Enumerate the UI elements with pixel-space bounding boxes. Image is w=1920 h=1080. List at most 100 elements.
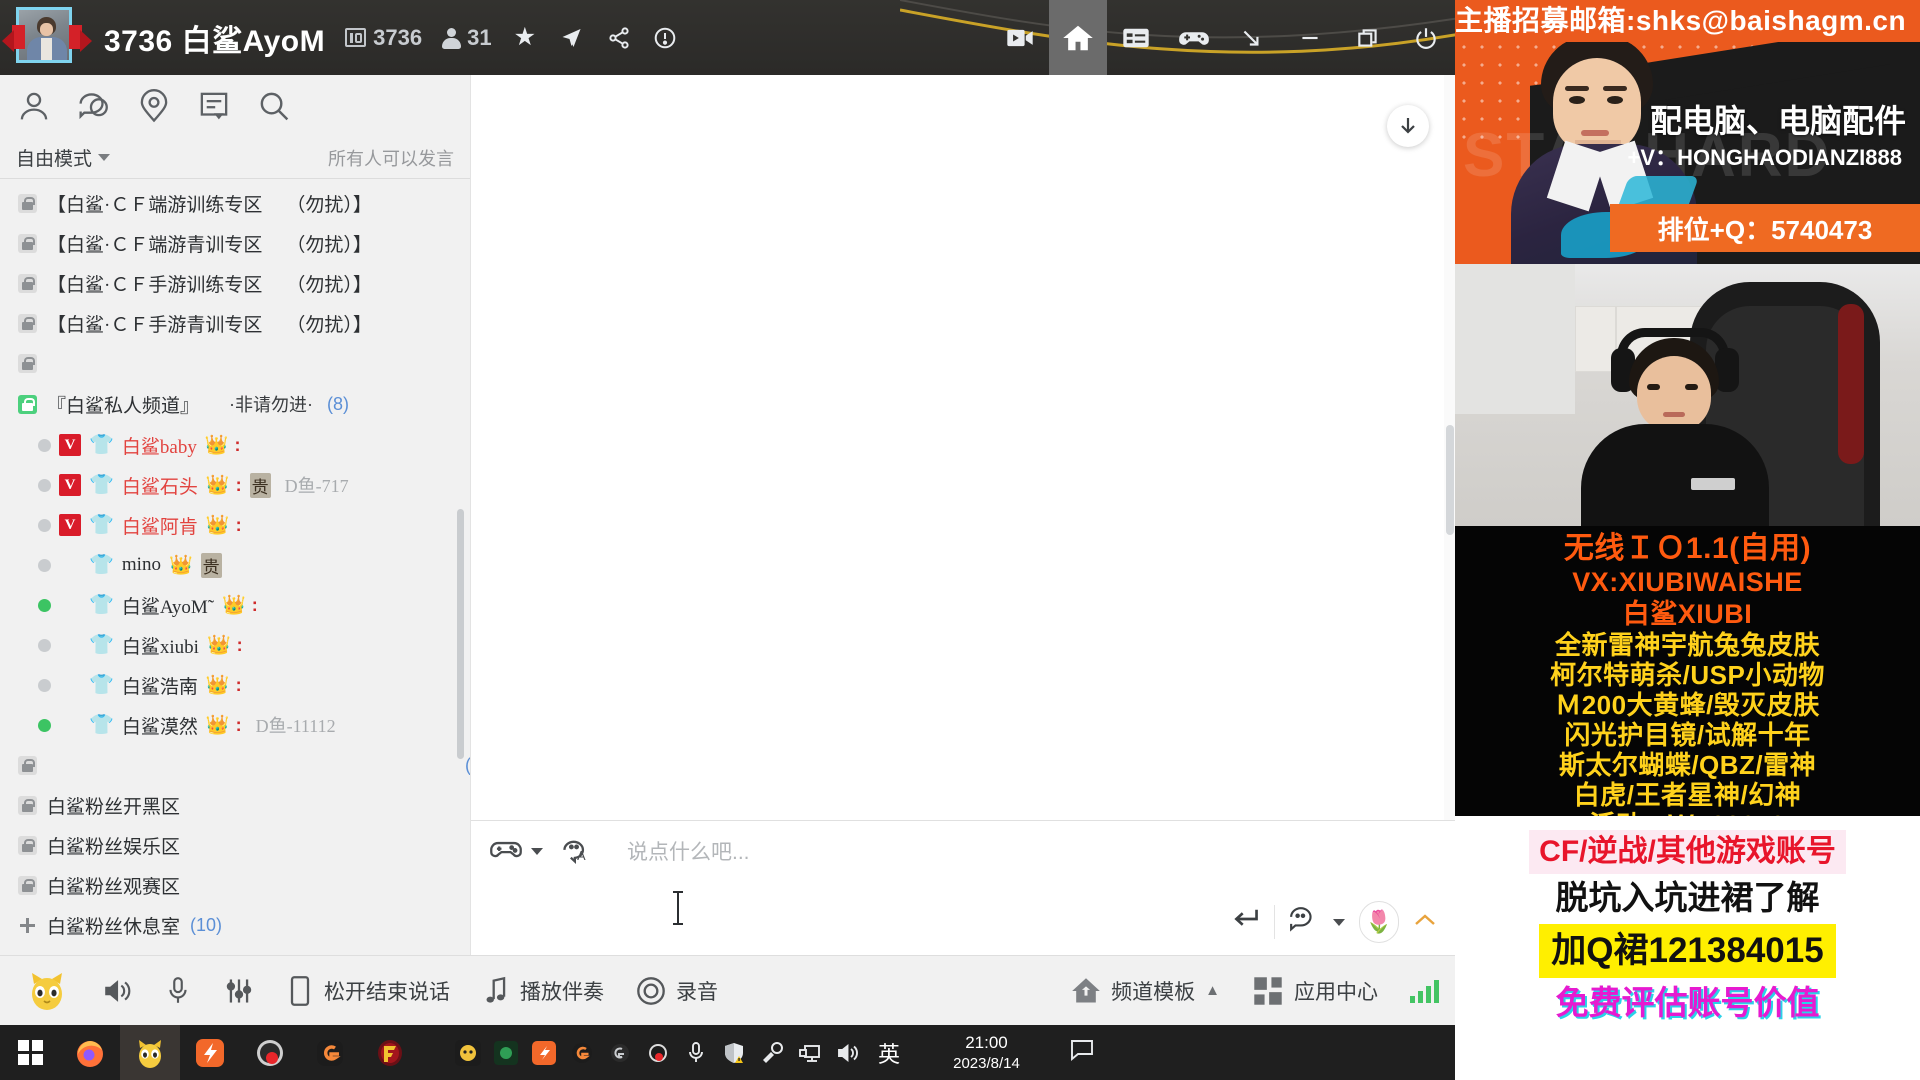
list-icon[interactable] <box>1107 0 1165 75</box>
restore-icon[interactable] <box>1339 0 1397 75</box>
private-channel-header[interactable]: 『白鲨私人频道』 ·非请勿进· (8) <box>0 383 470 425</box>
list-item[interactable]: V 👕 白鲨石头 👑 : 贵 D鱼-717 <box>0 465 470 505</box>
live-webcam-feed[interactable] <box>1455 264 1920 526</box>
channel-item[interactable]: 白鲨粉丝开黑区 <box>0 785 470 825</box>
music-accompaniment-button[interactable]: 播放伴奏 <box>466 956 620 1026</box>
avatar[interactable] <box>2 6 92 69</box>
flower-icon[interactable]: 🌷 <box>1359 901 1399 943</box>
translate-icon[interactable]: A <box>561 837 591 865</box>
volume-icon[interactable] <box>830 1025 866 1080</box>
plus-icon[interactable] <box>18 916 37 935</box>
crown-icon: 👑 <box>204 434 229 456</box>
airplane-icon[interactable] <box>558 26 585 50</box>
windows-logo-icon[interactable] <box>0 1025 60 1080</box>
chat-input-actions: 🌷 <box>1230 901 1437 943</box>
account-trade-ad-panel[interactable]: CF/逆战/其他游戏账号 脱坑入坑进裙了解 加Q裙121384015 免费评估账… <box>1455 816 1920 1080</box>
collapse-icon[interactable] <box>1223 0 1281 75</box>
search-icon[interactable] <box>254 86 294 126</box>
home-icon[interactable] <box>1049 0 1107 75</box>
noble-badge: 贵 <box>200 552 222 578</box>
cat-logo-icon[interactable] <box>8 956 86 1026</box>
status-dot-offline <box>38 478 51 492</box>
defender-icon[interactable] <box>716 1025 752 1080</box>
text-cursor-icon <box>673 891 683 925</box>
orange-bird-icon[interactable] <box>526 1025 562 1080</box>
gamepad-icon[interactable] <box>489 838 523 864</box>
speaker-icon[interactable] <box>86 956 148 1026</box>
wechat-green-icon[interactable] <box>488 1025 524 1080</box>
ad-white-line2: 脱坑入坑进裙了解 <box>1555 881 1820 917</box>
firefox-icon[interactable] <box>60 1025 120 1080</box>
channel-item[interactable]: 白鲨粉丝观赛区 <box>0 865 470 905</box>
user-tag: D鱼-11112 <box>255 716 336 736</box>
ime-indicator[interactable]: 英 <box>868 1025 910 1080</box>
sidebar-scrollbar[interactable] <box>457 509 464 759</box>
xunlei-icon[interactable] <box>180 1025 240 1080</box>
status-dot-offline <box>38 678 51 692</box>
list-item[interactable]: 👕 白鲨xiubi 👑 : <box>0 625 470 665</box>
g-orange-icon[interactable] <box>564 1025 600 1080</box>
microphone-tray-icon[interactable] <box>678 1025 714 1080</box>
channel-item[interactable]: 【白鲨·ＣＦ端游训练专区 （勿扰）】 <box>0 183 470 223</box>
channel-item-collapsed[interactable]: ··· (2) <box>0 745 470 785</box>
share-icon[interactable] <box>607 26 631 50</box>
obs-tray-icon[interactable] <box>640 1025 676 1080</box>
expand-up-icon[interactable] <box>1413 909 1437 935</box>
list-item[interactable]: V 👕 白鲨阿肯 👑 : <box>0 505 470 545</box>
mode-selector[interactable]: 自由模式 <box>16 144 111 171</box>
person-icon[interactable] <box>14 86 54 126</box>
channel-item[interactable]: 【白鲨·ＣＦ手游青训专区 （勿扰）】 <box>0 303 470 343</box>
record-button[interactable]: 录音 <box>620 956 734 1026</box>
arrow-down-icon[interactable] <box>1387 105 1429 147</box>
video-icon[interactable] <box>991 0 1049 75</box>
obs-icon[interactable] <box>240 1025 300 1080</box>
recruitment-ad-banner[interactable]: STAY HARD 主播招募邮箱:shks@baishagm.cn 配电脑、电脑… <box>1455 0 1920 264</box>
remote-desktop-icon[interactable] <box>792 1025 828 1080</box>
list-item[interactable]: 👕 白鲨浩南 👑 : <box>0 665 470 705</box>
channel-item[interactable]: 【白鲨·ＣＦ手游训练专区 （勿扰）】 <box>0 263 470 303</box>
location-pin-icon[interactable] <box>134 86 174 126</box>
skins-ad-panel[interactable]: 无线ＩＯ1.1(自用) VX:XIUBIWAISHE 白鲨XIUBI 全新雷神宇… <box>1455 526 1920 870</box>
star-icon[interactable]: ★ <box>514 25 536 50</box>
chevron-down-icon[interactable] <box>531 847 543 855</box>
notification-icon[interactable] <box>1069 1037 1095 1068</box>
gamepad-icon[interactable] <box>1165 0 1223 75</box>
game-g-icon[interactable] <box>300 1025 360 1080</box>
sidebar: 自由模式 所有人可以发言 【白鲨·ＣＦ端游训练专区 （勿扰）】 【白鲨·ＣＦ端游… <box>0 75 470 955</box>
channel-item[interactable]: 白鲨粉丝休息室 (10) <box>0 905 470 945</box>
decor-wall <box>1455 264 1575 414</box>
chat-bubble-icon[interactable] <box>74 86 114 126</box>
minimize-icon[interactable] <box>1281 0 1339 75</box>
logitech-icon[interactable] <box>602 1025 638 1080</box>
user-name: 白鲨漠然 <box>121 716 198 738</box>
power-icon[interactable] <box>1397 0 1455 75</box>
push-to-talk-button[interactable]: 松开结束说话 <box>270 956 466 1026</box>
chat-scrollbar-track[interactable] <box>1444 75 1455 820</box>
shirt-icon: 👕 <box>89 474 114 496</box>
list-item[interactable]: V 👕 白鲨baby 👑 : <box>0 425 470 465</box>
crossfire-icon[interactable] <box>360 1025 420 1080</box>
enter-icon[interactable] <box>1230 906 1260 939</box>
channel-template-button[interactable]: 频道模板 ▲ <box>1055 956 1236 1026</box>
emoji-icon[interactable] <box>1289 906 1317 939</box>
network-tool-icon[interactable] <box>754 1025 790 1080</box>
app-center-button[interactable]: 应用中心 <box>1236 956 1394 1026</box>
alert-icon[interactable] <box>653 26 677 50</box>
list-item[interactable]: 👕 白鲨漠然 👑 : D鱼-11112 <box>0 705 470 745</box>
channel-item[interactable]: 【白鲨·ＣＦ端游青训专区 （勿扰）】 <box>0 223 470 263</box>
ribbon-left-icon <box>2 24 30 52</box>
user-colon: : <box>251 594 258 615</box>
channel-item[interactable]: 白鲨粉丝娱乐区 <box>0 825 470 865</box>
tiger-icon[interactable] <box>450 1025 486 1080</box>
yy-cat-icon[interactable] <box>120 1025 180 1080</box>
list-item[interactable]: 👕 白鲨AyoM˜ 👑 : <box>0 585 470 625</box>
chat-scrollbar-thumb[interactable] <box>1446 425 1454 535</box>
announcement-icon[interactable] <box>194 86 234 126</box>
clock[interactable]: 21:00 2023/8/14 <box>934 1032 1039 1074</box>
chat-input-placeholder[interactable]: 说点什么吧... <box>627 836 750 866</box>
list-item[interactable]: 👕 mino 👑 贵 <box>0 545 470 585</box>
equalizer-icon[interactable] <box>208 956 270 1026</box>
channel-item-collapsed[interactable]: ··· <box>0 343 470 383</box>
chevron-down-icon[interactable] <box>1333 918 1345 926</box>
microphone-icon[interactable] <box>148 956 208 1026</box>
